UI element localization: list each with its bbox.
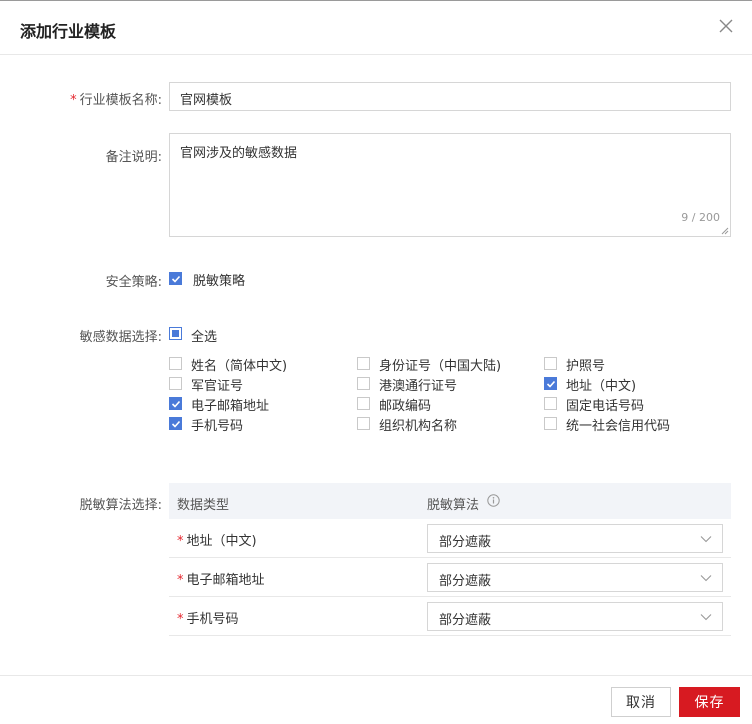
info-icon[interactable] <box>487 494 500 507</box>
option-hk-macao-permit-label: 港澳通行证号 <box>379 379 458 394</box>
option-id-card-checkbox[interactable] <box>357 357 370 370</box>
row-data-type-text: 手机号码 <box>186 612 239 627</box>
select-all-label: 全选 <box>191 330 218 345</box>
add-industry-template-dialog: 添加行业模板 * 行业模板名称: 官网模板 备注说明: 官网涉及的敏感数据 9 /… <box>0 0 752 724</box>
option-email-label: 电子邮箱地址 <box>191 399 270 414</box>
template-name-label-text: 行业模板名称: <box>79 93 162 108</box>
algorithm-select-value: 部分遮蔽 <box>439 613 492 628</box>
option-credit-code-checkbox[interactable] <box>544 417 557 430</box>
option-id-card-label: 身份证号（中国大陆) <box>379 359 502 374</box>
required-mark: * <box>177 573 184 588</box>
option-name-checkbox[interactable] <box>169 357 182 370</box>
algorithm-select-value: 部分遮蔽 <box>439 535 492 550</box>
required-mark: * <box>177 534 184 549</box>
table-row: * 地址（中文) 部分遮蔽 <box>169 519 731 558</box>
option-military-id-checkbox[interactable] <box>169 377 182 390</box>
option-landline-label: 固定电话号码 <box>566 399 645 414</box>
option-name-label: 姓名（简体中文) <box>191 359 288 374</box>
col-data-type: 数据类型 <box>177 498 230 513</box>
row-data-type: * 地址（中文) <box>177 530 257 549</box>
desensitize-policy-label: 脱敏策略 <box>193 274 246 289</box>
dialog-footer: 取消 保存 <box>0 675 752 724</box>
row-data-type: * 电子邮箱地址 <box>177 569 265 588</box>
option-passport-label: 护照号 <box>566 359 606 374</box>
option-postcode-checkbox[interactable] <box>357 397 370 410</box>
save-button[interactable]: 保存 <box>679 687 740 717</box>
option-mobile-checkbox[interactable] <box>169 417 182 430</box>
required-mark: * <box>177 612 184 627</box>
option-address-label: 地址（中文) <box>566 379 637 394</box>
row-data-type-text: 电子邮箱地址 <box>186 573 265 588</box>
option-landline-checkbox[interactable] <box>544 397 557 410</box>
option-military-id-label: 军官证号 <box>191 379 244 394</box>
table-row: * 手机号码 部分遮蔽 <box>169 597 731 636</box>
required-mark: * <box>70 93 77 108</box>
chevron-down-icon <box>700 536 712 543</box>
algorithm-select[interactable]: 部分遮蔽 <box>427 602 723 631</box>
template-name-input[interactable]: 官网模板 <box>169 82 731 111</box>
row-data-type-text: 地址（中文) <box>186 534 257 549</box>
algorithm-select[interactable]: 部分遮蔽 <box>427 524 723 553</box>
row-data-type: * 手机号码 <box>177 608 239 627</box>
option-hk-macao-permit-checkbox[interactable] <box>357 377 370 390</box>
remark-textarea[interactable]: 官网涉及的敏感数据 9 / 200 <box>169 133 731 237</box>
table-row: * 电子邮箱地址 部分遮蔽 <box>169 558 731 597</box>
resize-handle-icon[interactable] <box>721 227 729 235</box>
dialog-title: 添加行业模板 <box>20 22 117 41</box>
template-name-value: 官网模板 <box>180 93 233 108</box>
option-credit-code-label: 统一社会信用代码 <box>566 419 671 434</box>
option-address-checkbox[interactable] <box>544 377 557 390</box>
option-passport-checkbox[interactable] <box>544 357 557 370</box>
sensitive-data-label: 敏感数据选择: <box>79 330 162 345</box>
option-org-name-checkbox[interactable] <box>357 417 370 430</box>
chevron-down-icon <box>700 575 712 582</box>
char-counter: 9 / 200 <box>681 211 720 224</box>
col-algorithm: 脱敏算法 <box>427 498 480 513</box>
algorithm-select[interactable]: 部分遮蔽 <box>427 563 723 592</box>
close-icon[interactable] <box>716 16 736 36</box>
chevron-down-icon <box>700 614 712 621</box>
security-policy-label: 安全策略: <box>105 275 162 290</box>
option-email-checkbox[interactable] <box>169 397 182 410</box>
cancel-button[interactable]: 取消 <box>611 687 671 717</box>
remark-value: 官网涉及的敏感数据 <box>180 146 298 161</box>
algorithm-select-value: 部分遮蔽 <box>439 574 492 589</box>
option-postcode-label: 邮政编码 <box>379 399 432 414</box>
desensitize-policy-checkbox[interactable] <box>169 272 182 285</box>
remark-label: 备注说明: <box>105 150 162 165</box>
template-name-label: * 行业模板名称: <box>70 89 162 108</box>
algorithm-table-header: 数据类型 脱敏算法 <box>169 483 731 519</box>
option-mobile-label: 手机号码 <box>191 419 244 434</box>
option-org-name-label: 组织机构名称 <box>379 419 458 434</box>
algorithm-label: 脱敏算法选择: <box>79 498 162 513</box>
select-all-checkbox[interactable] <box>169 327 182 340</box>
dialog-header: 添加行业模板 <box>0 1 752 55</box>
